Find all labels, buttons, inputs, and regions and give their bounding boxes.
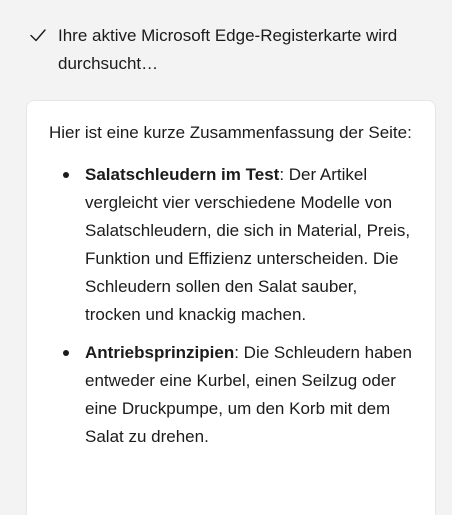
copilot-chat-panel: Ihre aktive Microsoft Edge-Registerkarte…	[0, 0, 452, 515]
summary-item: Antriebsprinzipien: Die Schleudern haben…	[49, 339, 413, 451]
summary-message-card: Hier ist eine kurze Zusammenfassung der …	[26, 100, 436, 515]
search-status: Ihre aktive Microsoft Edge-Registerkarte…	[28, 22, 438, 78]
summary-item-text: : Der Artikel vergleicht vier verschiede…	[85, 165, 411, 324]
bullet-icon	[63, 350, 69, 356]
search-status-text: Ihre aktive Microsoft Edge-Registerkarte…	[58, 26, 398, 73]
summary-list: Salatschleudern im Test: Der Artikel ver…	[49, 161, 413, 451]
summary-item-title: Salatschleudern im Test	[85, 165, 280, 184]
summary-intro: Hier ist eine kurze Zusammenfassung der …	[49, 123, 412, 142]
summary-item: Salatschleudern im Test: Der Artikel ver…	[49, 161, 413, 329]
bullet-icon	[63, 172, 69, 178]
summary-item-title: Antriebsprinzipien	[85, 343, 235, 362]
check-icon	[30, 29, 46, 42]
